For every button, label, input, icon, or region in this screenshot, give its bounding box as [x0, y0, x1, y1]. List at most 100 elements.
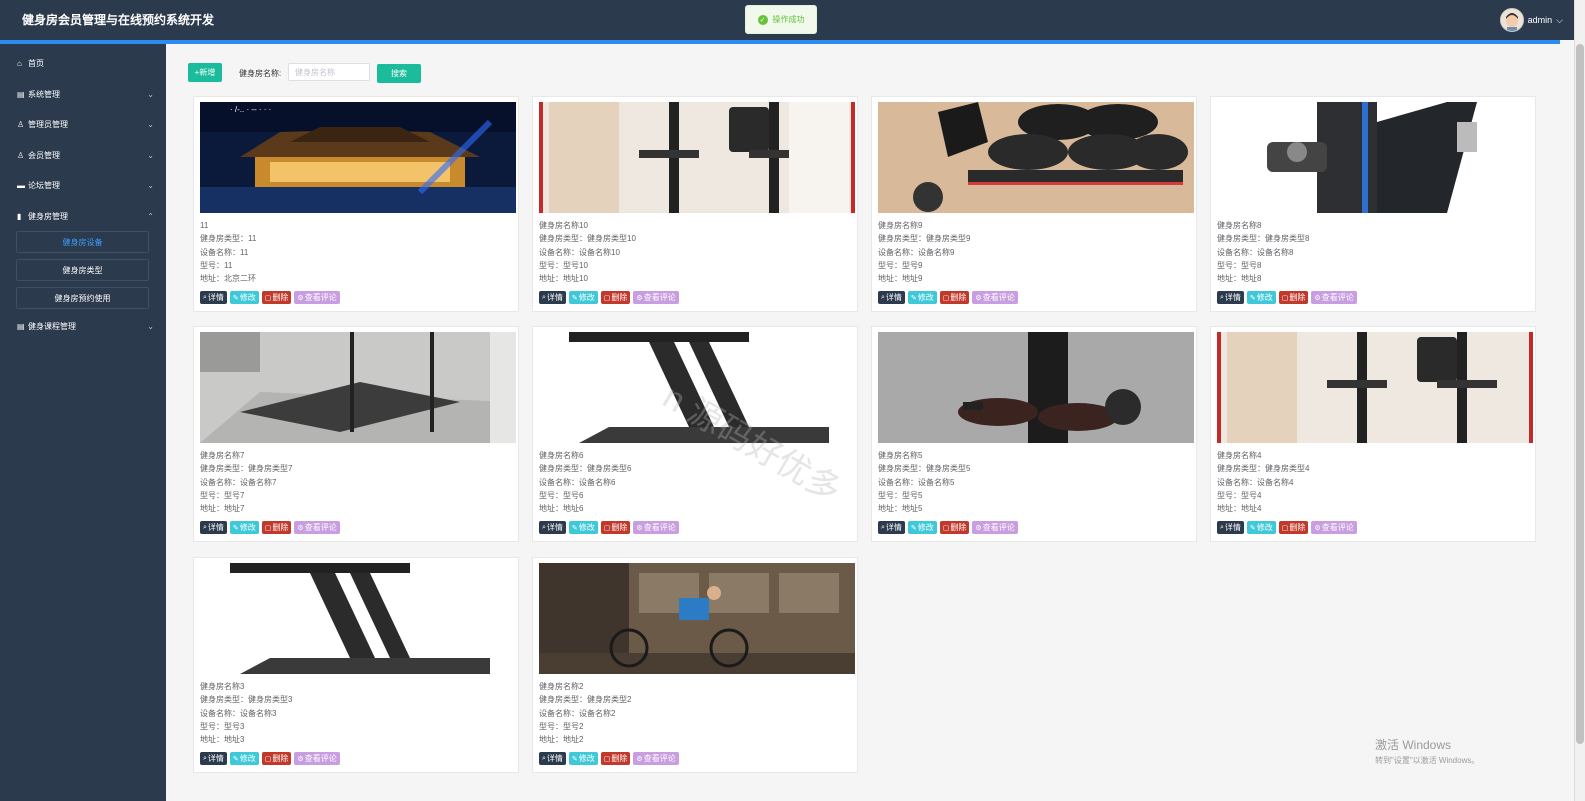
sidebar-subitem-equipment[interactable]: 健身房设备 [16, 231, 149, 253]
sidebar-item-courses[interactable]: ▤ 健身课程管理 ⌄ [0, 311, 166, 341]
detail-button-label: 详情 [885, 293, 902, 302]
sidebar-item-members[interactable]: ♙ 会员管理 ⌄ [0, 140, 166, 170]
detail-button[interactable]: ⌕ 详情 [200, 521, 227, 534]
delete-button-label: 删除 [272, 293, 289, 302]
view-comments-button[interactable]: ⚙ 查看评论 [294, 521, 340, 534]
edit-button[interactable]: ✎ 修改 [229, 291, 259, 304]
edit-button[interactable]: ✎ 修改 [229, 521, 259, 534]
delete-button[interactable]: ▢ 删除 [939, 291, 970, 304]
edit-button[interactable]: ✎ 修改 [1246, 521, 1276, 534]
treadmill-gray-photo [200, 332, 516, 443]
scrollbar-thumb[interactable] [1576, 44, 1584, 744]
add-button[interactable]: +新增 [188, 63, 222, 82]
delete-button[interactable]: ▢ 删除 [939, 521, 970, 534]
forum-icon: ▬ [17, 180, 25, 190]
view-comments-button[interactable]: ⚙ 查看评论 [972, 291, 1018, 304]
detail-button-label: 详情 [1224, 293, 1241, 302]
card-device-name: 设备名称：设备名称5 [878, 477, 955, 487]
edit-icon: ✎ [910, 294, 917, 302]
sidebar-subitem-type[interactable]: 健身房类型 [16, 259, 149, 281]
sidebar-item-forum[interactable]: ▬ 论坛管理 ⌄ [0, 170, 166, 200]
card-device-name: 设备名称：设备名称8 [1217, 247, 1294, 257]
search-button[interactable]: 搜索 [377, 64, 421, 83]
delete-button[interactable]: ▢ 删除 [600, 291, 631, 304]
delete-button[interactable]: ▢ 删除 [600, 752, 631, 765]
sidebar-item-system[interactable]: ▤ 系统管理 ⌄ [0, 79, 166, 109]
view-comments-button[interactable]: ⚙ 查看评论 [633, 521, 679, 534]
equipment-card: 健身房名称5 健身房类型：健身房类型5 设备名称：设备名称5 型号：型号5 地址：地址5… [871, 326, 1197, 542]
detail-button[interactable]: ⌕ 详情 [1217, 291, 1244, 304]
detail-button[interactable]: ⌕ 详情 [1217, 521, 1244, 534]
equipment-card: · /-.. · -- · · · 11 健身房类型：11 设备名称：11 型号：11 地… [193, 96, 519, 312]
edit-button[interactable]: ✎ 修改 [1246, 291, 1276, 304]
delete-button[interactable]: ▢ 删除 [261, 521, 292, 534]
card-name: 健身房名称3 [200, 682, 245, 691]
edit-button[interactable]: ✎ 修改 [568, 291, 598, 304]
card-address: 地址：地址7 [200, 504, 245, 514]
edit-button[interactable]: ✎ 修改 [907, 291, 937, 304]
sidebar-subitem-booking[interactable]: 健身房预约使用 [16, 287, 149, 309]
view-comments-button[interactable]: ⚙ 查看评论 [633, 291, 679, 304]
sidebar-item-home[interactable]: ⌂ 首页 [0, 48, 166, 78]
edit-button[interactable]: ✎ 修改 [568, 752, 598, 765]
chevron-down-icon[interactable]: ⌵ [1556, 15, 1563, 26]
avatar[interactable] [1499, 8, 1524, 32]
view-comments-button[interactable]: ⚙ 查看评论 [294, 291, 340, 304]
edit-button[interactable]: ✎ 修改 [568, 521, 598, 534]
card-model: 型号：型号2 [539, 721, 584, 731]
delete-button[interactable]: ▢ 删除 [261, 752, 292, 765]
detail-button-label: 详情 [207, 523, 224, 532]
detail-button[interactable]: ⌕ 详情 [539, 521, 566, 534]
card-model: 型号：型号4 [1217, 490, 1262, 500]
cyclist-photo [539, 563, 855, 674]
edit-button-label: 修改 [578, 523, 595, 532]
search-icon: ⌕ [1220, 293, 1224, 301]
search-input[interactable] [288, 63, 370, 81]
card-info: 健身房名称2 健身房类型：健身房类型2 设备名称：设备名称2 型号：型号2 地址：地址2 [539, 680, 631, 746]
equipment-card: 健身房名称9 健身房类型：健身房类型9 设备名称：设备名称9 型号：型号9 地址：地址9… [871, 96, 1197, 312]
page-scrollbar[interactable] [1574, 0, 1585, 801]
delete-button[interactable]: ▢ 删除 [261, 291, 292, 304]
card-gym-type: 健身房类型：健身房类型6 [539, 464, 632, 474]
sidebar-item-admins[interactable]: ♙ 管理员管理 ⌄ [0, 109, 166, 139]
delete-button[interactable]: ▢ 删除 [1278, 521, 1309, 534]
edit-button[interactable]: ✎ 修改 [907, 521, 937, 534]
search-icon: ⌕ [881, 523, 885, 531]
user-menu[interactable]: admin ⌵ [1499, 8, 1563, 32]
sidebar-item-gym[interactable]: ▮ 健身房管理 ⌃ [0, 201, 166, 231]
search-icon: ⌕ [1220, 523, 1224, 531]
delete-button[interactable]: ▢ 删除 [1278, 291, 1309, 304]
card-model: 型号：型号3 [200, 721, 245, 731]
card-address: 地址：地址10 [539, 274, 588, 284]
card-gym-type: 健身房类型：健身房类型4 [1217, 464, 1310, 474]
course-icon: ▤ [17, 321, 25, 331]
detail-button[interactable]: ⌕ 详情 [539, 752, 566, 765]
home-icon: ⌂ [17, 58, 22, 68]
card-gym-type: 健身房类型：健身房类型3 [200, 695, 293, 705]
delete-button[interactable]: ▢ 删除 [600, 521, 631, 534]
edit-button-label: 修改 [239, 523, 256, 532]
equipment-card: 健身房名称4 健身房类型：健身房类型4 设备名称：设备名称4 型号：型号4 地址：地址4… [1210, 326, 1536, 542]
search-icon: ⌕ [542, 523, 546, 531]
app-title: 健身房会员管理与在线预约系统开发 [22, 13, 215, 27]
view-comments-button[interactable]: ⚙ 查看评论 [972, 521, 1018, 534]
trash-icon: ▢ [603, 294, 611, 302]
chevron-down-icon: ⌄ [147, 180, 154, 190]
edit-icon: ✎ [232, 294, 239, 302]
sidebar: ⌂ 首页 ▤ 系统管理 ⌄ ♙ 管理员管理 ⌄ ♙ 会员管理 ⌄ ▬ 论坛管理 … [0, 44, 166, 801]
view-comments-button[interactable]: ⚙ 查看评论 [294, 752, 340, 765]
card-actions: ⌕ 详情 ✎ 修改 ▢ 删除 ⚙ 查看评论 [539, 291, 679, 304]
detail-button[interactable]: ⌕ 详情 [200, 752, 227, 765]
view-comments-button[interactable]: ⚙ 查看评论 [1311, 291, 1357, 304]
detail-button[interactable]: ⌕ 详情 [200, 291, 227, 304]
detail-button[interactable]: ⌕ 详情 [878, 291, 905, 304]
card-actions: ⌕ 详情 ✎ 修改 ▢ 删除 ⚙ 查看评论 [539, 521, 679, 534]
detail-button[interactable]: ⌕ 详情 [539, 291, 566, 304]
card-model: 型号：型号10 [539, 260, 588, 270]
detail-button[interactable]: ⌕ 详情 [878, 521, 905, 534]
edit-button[interactable]: ✎ 修改 [229, 752, 259, 765]
username[interactable]: admin [1528, 15, 1553, 25]
card-actions: ⌕ 详情 ✎ 修改 ▢ 删除 ⚙ 查看评论 [878, 291, 1018, 304]
view-comments-button[interactable]: ⚙ 查看评论 [1311, 521, 1357, 534]
view-comments-button[interactable]: ⚙ 查看评论 [633, 752, 679, 765]
